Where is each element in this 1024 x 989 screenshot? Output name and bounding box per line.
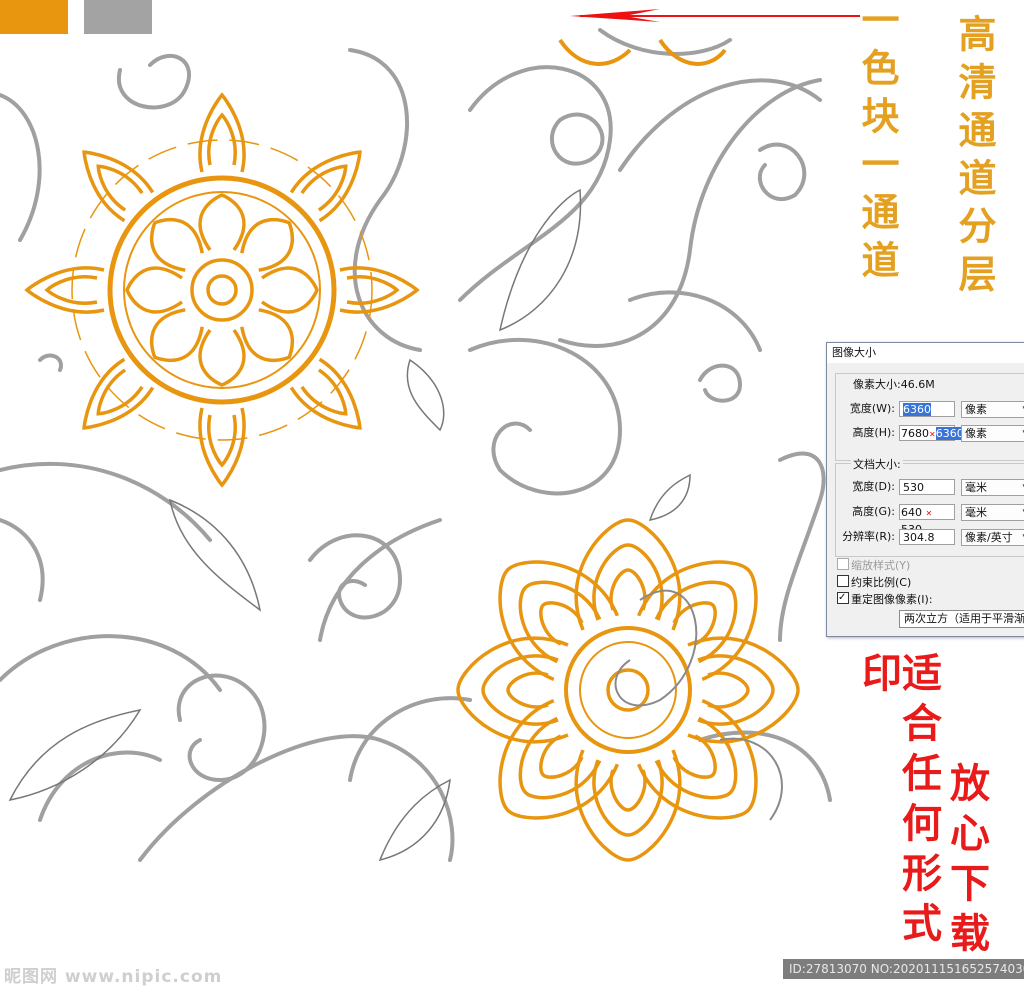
pixel-size-label: 像素大小:46.6M: [851, 375, 937, 395]
height-input[interactable]: 7680✕6360: [899, 425, 964, 441]
width-label: 宽度(W):: [849, 402, 895, 415]
doc-width-label: 宽度(D):: [852, 480, 895, 493]
orange-mandala-flower-right: [456, 518, 800, 862]
constrain-proportions-checkbox[interactable]: 约束比例(C): [837, 575, 911, 591]
document-size-label: 文档大小:: [851, 455, 903, 475]
site-watermark: 昵图网 www.nipic.com: [4, 967, 223, 987]
orange-color-swatch: [0, 0, 68, 34]
resolution-unit-select[interactable]: 像素/英寸▾: [961, 529, 1024, 546]
resample-checkbox[interactable]: 重定图像像素(I):: [837, 590, 933, 608]
doc-height-label: 高度(G):: [852, 505, 895, 518]
scale-styles-checkbox[interactable]: 缩放样式(Y): [837, 558, 910, 574]
width-unit-select[interactable]: 像素▾: [961, 401, 1024, 418]
resolution-label: 分辨率(R):: [842, 530, 895, 543]
caption-one-color-one-channel: 一色块一通道: [855, 0, 900, 288]
doc-width-unit-select[interactable]: 毫米▾: [961, 479, 1024, 496]
resolution-input[interactable]: 304.8: [899, 529, 955, 545]
height-label: 高度(H):: [852, 426, 895, 439]
doc-height-unit-select[interactable]: 毫米▾: [961, 504, 1024, 521]
gray-vines: [0, 28, 832, 862]
caption-fit-any-print: 适合任何形式印: [855, 652, 942, 952]
width-input[interactable]: 6360: [899, 401, 955, 417]
doc-height-input[interactable]: 640 ✕ 530: [899, 504, 955, 536]
red-arrow-icon: [570, 9, 860, 22]
caption-hd-channels: 高清通道分层: [952, 14, 997, 302]
doc-width-input[interactable]: 530: [899, 479, 955, 495]
height-unit-select[interactable]: 像素▾: [961, 425, 1024, 442]
image-size-dialog: 图像大小 像素大小:46.6M 宽度(W): 6360 像素▾ 高度(H): 7…: [826, 342, 1024, 637]
caption-download: 放心下载: [943, 762, 990, 962]
resample-method-select[interactable]: 两次立方（适用于平滑渐变: [899, 610, 1024, 628]
dialog-title: 图像大小: [827, 343, 1024, 363]
image-id-label: ID:27813070 NO:20201115165257403034: [783, 959, 1024, 979]
gray-color-swatch: [84, 0, 152, 34]
